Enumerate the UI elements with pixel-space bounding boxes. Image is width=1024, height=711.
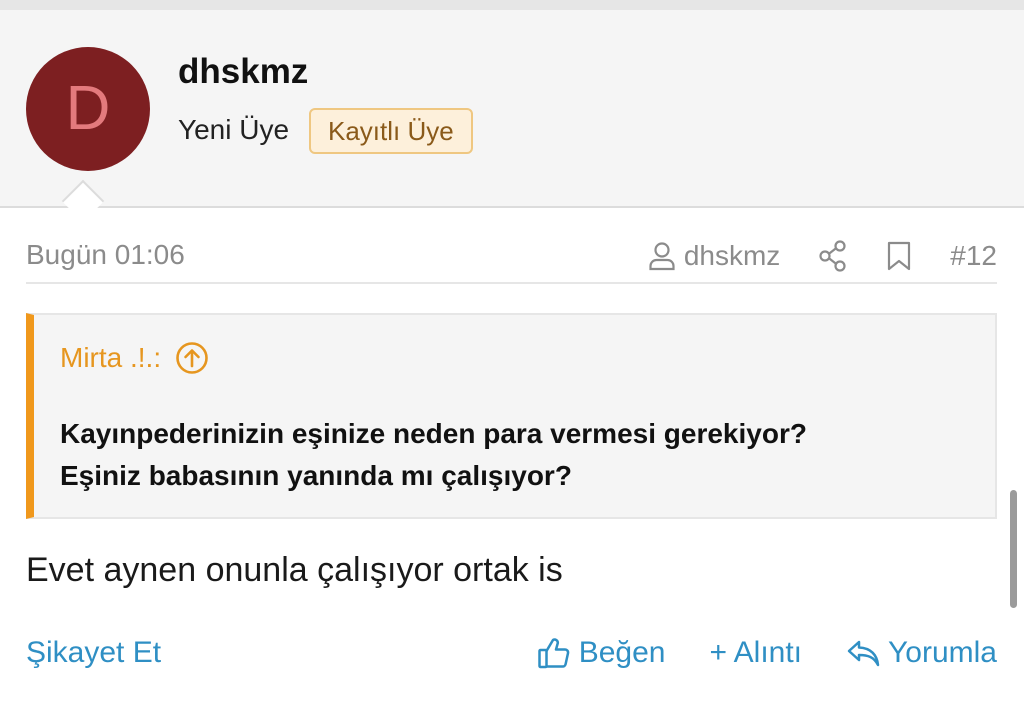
- scrollbar[interactable]: [1010, 490, 1017, 608]
- bookmark-icon: [888, 241, 911, 271]
- share-icon: [819, 240, 846, 272]
- quote-button[interactable]: + Alıntı: [709, 636, 802, 670]
- reply-label: Yorumla: [888, 636, 997, 669]
- quote-author-name: Mirta .!.:: [60, 342, 162, 373]
- post-author-name: dhskmz: [683, 240, 781, 271]
- user-icon: [649, 242, 675, 271]
- avatar[interactable]: D: [26, 47, 150, 171]
- like-label: Beğen: [578, 636, 666, 669]
- user-badge: Kayıtlı Üye: [309, 108, 473, 154]
- quote-line-1: Kayınpederinizin eşinize neden para verm…: [60, 418, 807, 449]
- like-button[interactable]: Beğen: [537, 636, 666, 670]
- post-meta-actions: dhskmz #12: [648, 232, 997, 280]
- avatar-letter: D: [65, 74, 111, 143]
- quote-label: + Alıntı: [709, 636, 803, 669]
- bookmark-button[interactable]: [886, 241, 912, 271]
- reply-button[interactable]: Yorumla: [846, 636, 997, 670]
- report-link[interactable]: Şikayet Et: [26, 636, 161, 670]
- quote-text: Kayınpederinizin eşinize neden para verm…: [60, 413, 990, 497]
- post-date[interactable]: Bugün 01:06: [26, 239, 185, 271]
- share-button[interactable]: [818, 240, 848, 272]
- quote-author-link[interactable]: Mirta .!.:: [60, 341, 209, 375]
- post-user-header: D dhskmz Yeni Üye Kayıtlı Üye: [0, 10, 1024, 208]
- quote-line-2: Eşiniz babasının yanında mı çalışıyor?: [60, 460, 572, 491]
- username[interactable]: dhskmz: [178, 52, 308, 92]
- post-body: Evet aynen onunla çalışıyor ortak is: [26, 551, 563, 589]
- post-meta-bar: Bugün 01:06 dhskmz #12: [26, 232, 997, 284]
- arrow-up-circle-icon[interactable]: [175, 341, 209, 375]
- top-separator: [0, 0, 1024, 10]
- post-footer-actions: Şikayet Et Beğen + Alıntı Yorumla: [26, 636, 997, 680]
- post-number[interactable]: #12: [950, 240, 997, 272]
- post-author-link[interactable]: dhskmz: [648, 240, 780, 272]
- thumbs-up-icon: [537, 638, 569, 669]
- user-rank: Yeni Üye: [178, 114, 290, 145]
- quote-block: Mirta .!.: Kayınpederinizin eşinize nede…: [26, 313, 997, 519]
- reply-icon: [847, 640, 880, 667]
- post-actions: Beğen + Alıntı Yorumla: [493, 636, 997, 670]
